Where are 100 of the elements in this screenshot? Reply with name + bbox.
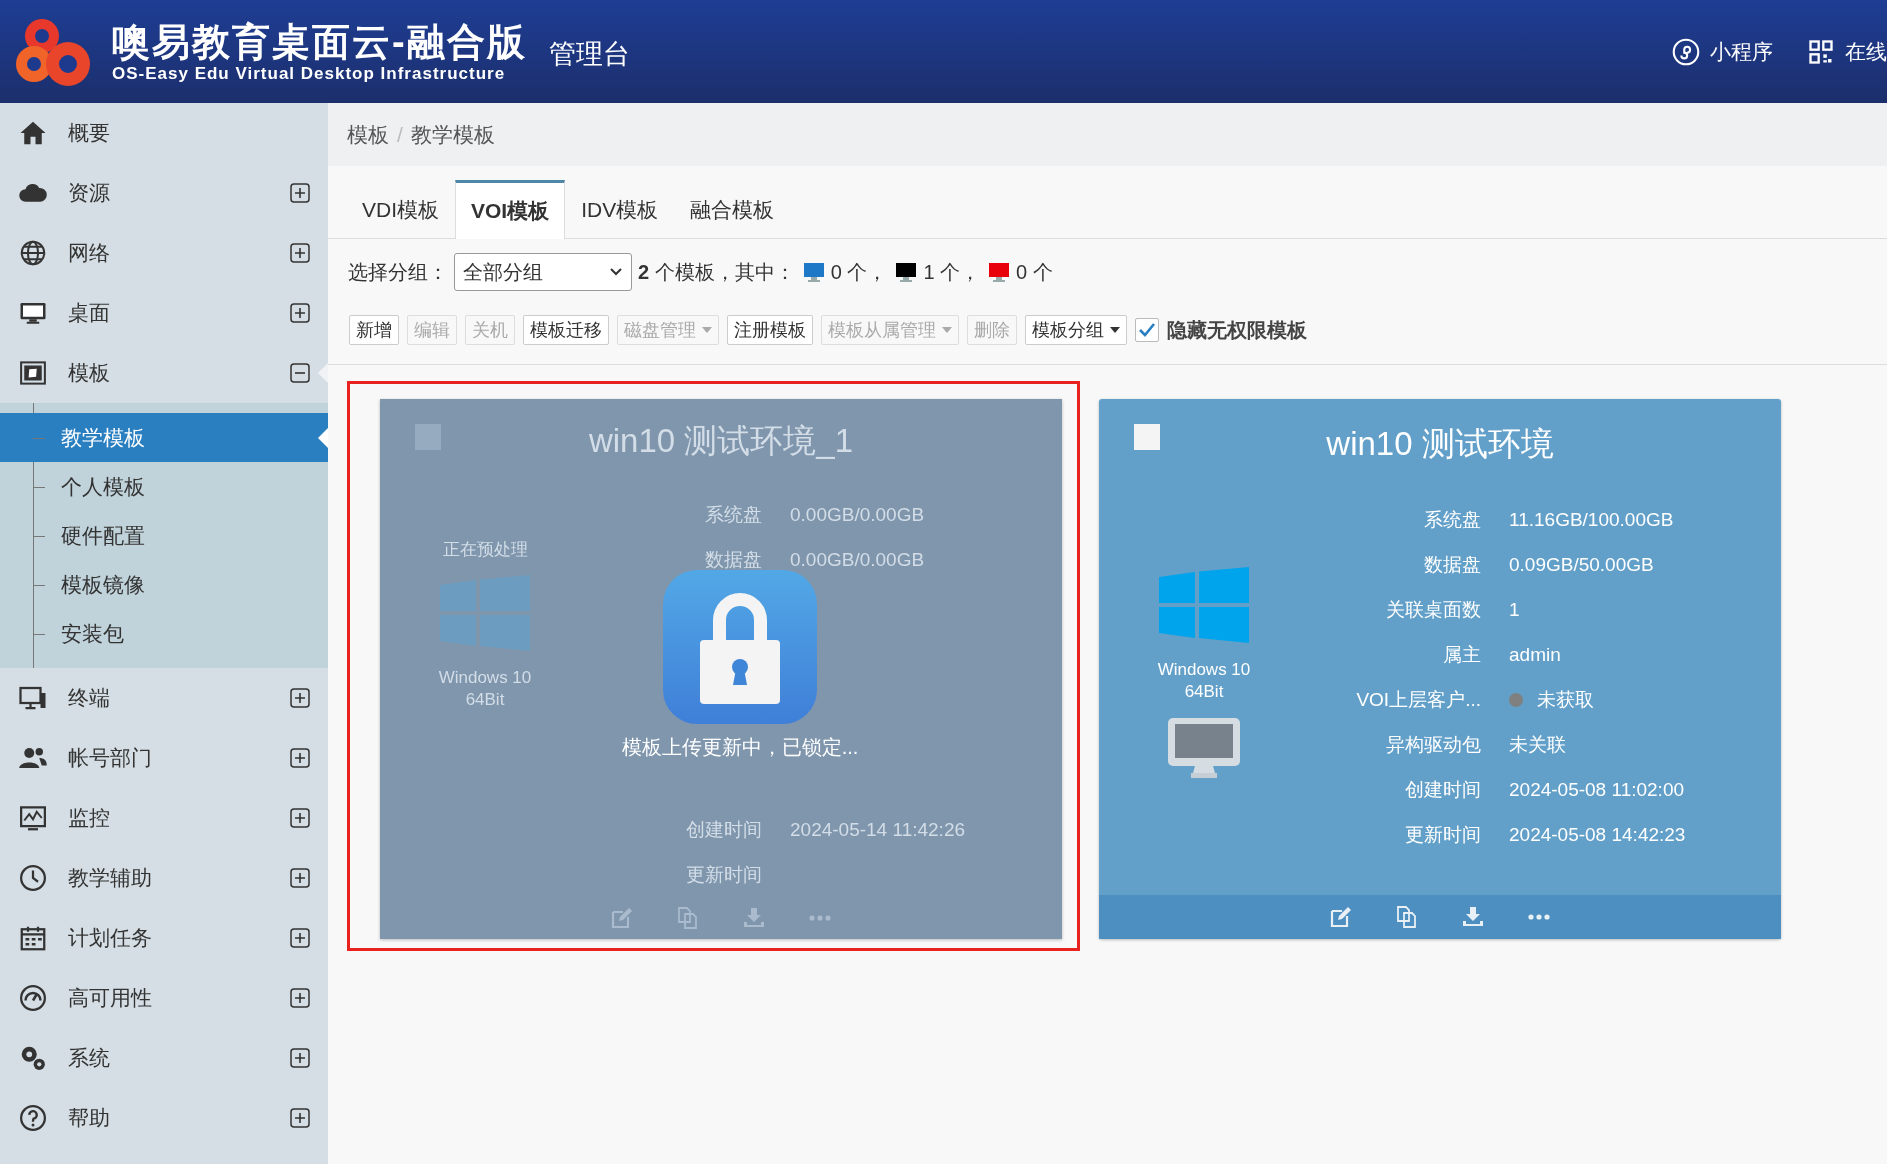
field-value: 0.00GB/0.00GB [790, 503, 926, 528]
expand-icon[interactable] [290, 808, 310, 828]
field-label: 属主 [1442, 643, 1481, 667]
sidebar-item[interactable]: 网络 [0, 223, 328, 283]
field-value: 2024-05-08 14:42:23 [1509, 823, 1686, 847]
chart-icon [18, 803, 48, 833]
status-text: 正在预处理 [442, 539, 528, 562]
field-value: 2024-05-08 11:02:00 [1509, 778, 1686, 802]
header-link[interactable]: 在线 [1807, 37, 1887, 66]
console-title: 管理台 [548, 37, 630, 71]
os-label: Windows 10 64Bit [437, 667, 533, 712]
toolbar-button[interactable]: 模板迁移 [523, 315, 609, 345]
toolbar-button[interactable]: 模板分组 [1025, 315, 1127, 345]
field-value: 未关联 [1509, 733, 1567, 757]
expand-icon[interactable] [290, 1048, 310, 1068]
product-title: 噢易教育桌面云-融合版 [112, 19, 527, 64]
chevron-down-icon [609, 267, 623, 277]
card-title: win10 测试环境 [1326, 423, 1554, 464]
tab[interactable]: IDV模板 [565, 180, 675, 239]
card-checkbox[interactable] [1134, 424, 1160, 450]
field-label: 数据盘 [704, 548, 762, 573]
padlock-icon [663, 570, 817, 724]
clock-icon [18, 863, 48, 893]
field-label: 创建时间 [1404, 778, 1481, 802]
field-label: 更新时间 [1404, 823, 1481, 847]
field-value: 11.16GB/100.00GB [1509, 508, 1675, 532]
submenu-item[interactable]: 安装包 [0, 609, 328, 658]
field-label: 异构驱动包 [1385, 733, 1481, 757]
sidebar-item[interactable]: 桌面 [0, 283, 328, 343]
checkbox[interactable] [1135, 318, 1159, 342]
help-icon [18, 1103, 48, 1133]
group-select[interactable]: 全部分组 [454, 253, 632, 291]
gauge-icon [18, 983, 48, 1013]
field-label: 关联桌面数 [1385, 598, 1481, 622]
card-title: win10 测试环境_1 [588, 421, 854, 462]
expand-icon[interactable] [290, 243, 310, 263]
product-subtitle: OS-Easy Edu Virtual Desktop Infrastructure [112, 63, 507, 84]
field-label: 创建时间 [685, 818, 762, 843]
collapse-icon[interactable] [290, 363, 310, 383]
sidebar-item[interactable]: 帐号部门 [0, 728, 328, 788]
expand-icon[interactable] [290, 1108, 310, 1128]
breadcrumb-item[interactable]: 模板 [347, 120, 389, 149]
submenu-item[interactable]: 教学模板 [0, 413, 328, 462]
sidebar-item[interactable]: 终端 [0, 668, 328, 728]
toolbar-button[interactable]: 注册模板 [727, 315, 813, 345]
checkbox-label: 隐藏无权限模板 [1167, 317, 1307, 343]
breadcrumb-item[interactable]: 教学模板 [410, 120, 495, 149]
sidebar-item[interactable]: 教学辅助 [0, 848, 328, 908]
field-label: 数据盘 [1423, 553, 1481, 577]
tab[interactable]: VOI模板 [455, 180, 566, 239]
caret-icon [1110, 327, 1120, 333]
caret-icon [942, 327, 952, 333]
sidebar-item[interactable]: 计划任务 [0, 908, 328, 968]
expand-icon[interactable] [290, 988, 310, 1008]
os-label: Windows 10 64Bit [1156, 659, 1252, 703]
legend-count: 0 个 [1016, 259, 1053, 285]
monitor-icon [1167, 717, 1241, 779]
field-value: 未获取 [1537, 688, 1594, 712]
field-label: 更新时间 [685, 863, 762, 888]
field-label: 系统盘 [704, 503, 762, 528]
tab[interactable]: 融合模板 [674, 180, 791, 239]
mini-program-icon [1672, 37, 1700, 66]
lock-message: 模板上传更新中，已锁定... [621, 735, 859, 760]
expand-icon[interactable] [290, 748, 310, 768]
sidebar-item[interactable]: 概要 [0, 103, 328, 163]
template-icon [18, 358, 48, 388]
sidebar-item[interactable]: 系统 [0, 1028, 328, 1088]
expand-icon[interactable] [290, 928, 310, 948]
download-icon[interactable] [1461, 905, 1485, 929]
sidebar-item[interactable]: 模板 [0, 343, 328, 403]
sidebar-item[interactable]: 帮助 [0, 1088, 328, 1148]
field-value: admin [1509, 643, 1562, 667]
expand-icon[interactable] [290, 868, 310, 888]
field-value: 0.00GB/0.00GB [790, 548, 926, 573]
edit-icon[interactable] [1329, 905, 1353, 929]
header-link[interactable]: 小程序 [1672, 37, 1773, 66]
field-label: VOI上层客户... [1355, 688, 1481, 712]
submenu-item[interactable]: 硬件配置 [0, 511, 328, 560]
field-value: 2024-05-14 11:42:26 [790, 818, 966, 843]
submenu-item[interactable]: 模板镜像 [0, 560, 328, 609]
field-label: 系统盘 [1423, 508, 1481, 532]
copy-icon[interactable] [1395, 905, 1419, 929]
windows-logo-icon [1159, 567, 1249, 643]
breadcrumb-separator: / [397, 122, 403, 147]
submenu-item[interactable]: 个人模板 [0, 462, 328, 511]
sidebar-item[interactable]: 监控 [0, 788, 328, 848]
sidebar-item[interactable]: 资源 [0, 163, 328, 223]
expand-icon[interactable] [290, 688, 310, 708]
expand-icon[interactable] [290, 303, 310, 323]
globe-icon [18, 238, 48, 268]
legend-count: 0 个， [830, 259, 888, 285]
legend-count: 1 个， [923, 259, 981, 285]
expand-icon[interactable] [290, 183, 310, 203]
field-value: 1 [1509, 598, 1521, 622]
tab[interactable]: VDI模板 [346, 180, 455, 239]
caret-icon [702, 327, 712, 333]
field-value: 0.09GB/50.00GB [1509, 553, 1655, 577]
sidebar-item[interactable]: 高可用性 [0, 968, 328, 1028]
toolbar-button[interactable]: 新增 [349, 315, 399, 345]
template-summary: 2 个模板，其中： [638, 259, 795, 285]
